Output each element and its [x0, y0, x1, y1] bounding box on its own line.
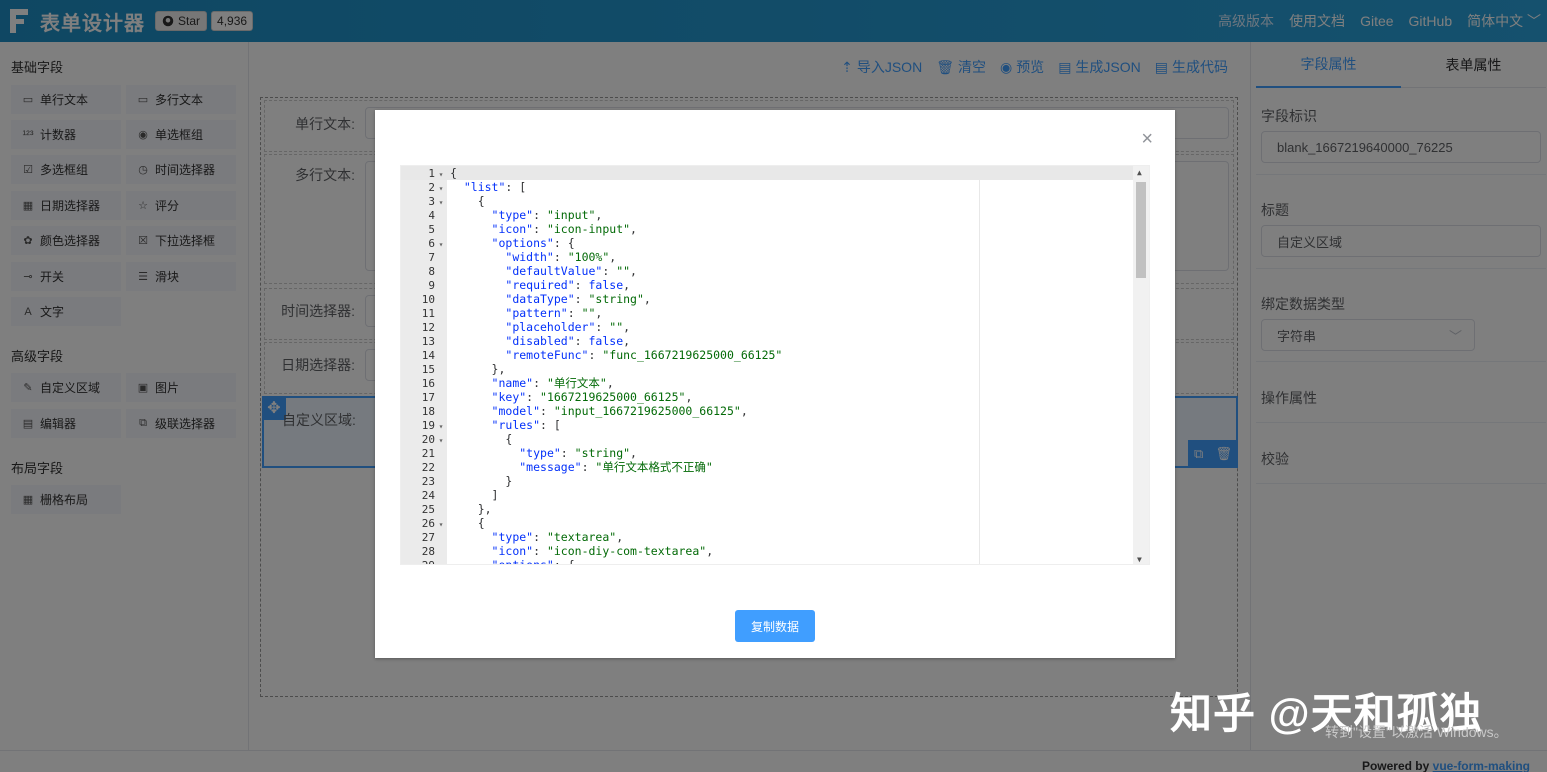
line-number: 9 — [428, 279, 435, 292]
line-number: 24 — [421, 489, 435, 502]
code-text: "icon": "icon-diy-com-textarea", — [491, 544, 714, 558]
line-number: 3 — [428, 195, 435, 208]
code-line: 16 "name": "单行文本", — [401, 376, 1149, 390]
line-number: 29 — [401, 559, 435, 564]
code-line: 12 "placeholder": "", — [401, 320, 1149, 334]
code-line: 21 "type": "string", — [401, 446, 1149, 460]
code-line: 4 "type": "input", — [401, 208, 1149, 222]
line-number: 4 — [428, 209, 435, 222]
code-text: "required": false, — [505, 278, 631, 292]
line-number: 20 — [421, 433, 435, 446]
code-text: "remoteFunc": "func_1667219625000_66125" — [505, 348, 783, 362]
line-number: 14 — [421, 349, 435, 362]
code-line: 20 ▾ { — [401, 432, 1149, 446]
code-line: 8 "defaultValue": "", — [401, 264, 1149, 278]
line-number: 15 — [421, 363, 435, 376]
line-number: 1 — [428, 167, 435, 180]
line-number: 26 — [421, 517, 435, 530]
editor-scrollbar[interactable]: ▲ ▼ — [1133, 166, 1149, 564]
line-number: 13 — [421, 335, 435, 348]
code-text: "type": "textarea", — [491, 530, 624, 544]
code-text: "model": "input_1667219625000_66125", — [491, 404, 748, 418]
line-number: 21 — [421, 447, 435, 460]
code-text: "name": "单行文本", — [491, 376, 614, 390]
line-number: 2 — [428, 181, 435, 194]
scroll-down-icon[interactable]: ▼ — [1137, 555, 1142, 564]
code-text: "message": "单行文本格式不正确" — [519, 460, 713, 474]
code-line: 24 ] — [401, 488, 1149, 502]
code-text: "pattern": "", — [505, 306, 603, 320]
code-text: "key": "1667219625000_66125", — [491, 390, 693, 404]
code-line: 2 ▾ "list": [ — [401, 180, 1149, 194]
code-line: 11 "pattern": "", — [401, 306, 1149, 320]
code-line: 28 "icon": "icon-diy-com-textarea", — [401, 544, 1149, 558]
line-number: 6 — [428, 237, 435, 250]
line-number: 19 — [421, 419, 435, 432]
code-line: 15 }, — [401, 362, 1149, 376]
code-text: "dataType": "string", — [505, 292, 651, 306]
code-text: "placeholder": "", — [505, 320, 631, 334]
code-text: "type": "string", — [519, 446, 637, 460]
scroll-thumb[interactable] — [1136, 182, 1146, 278]
code-line: 1 ▾{ — [401, 166, 1149, 180]
line-number: 10 — [421, 293, 435, 306]
code-line: 5 "icon": "icon-input", — [401, 222, 1149, 236]
code-text: ] — [450, 488, 499, 502]
code-line: 9 "required": false, — [401, 278, 1149, 292]
code-text: "rules": [ — [491, 418, 561, 432]
code-text: "defaultValue": "", — [505, 264, 637, 278]
code-text: }, — [450, 362, 506, 376]
code-line: 29▾ "options": { — [401, 558, 1149, 565]
code-text: { — [450, 166, 457, 180]
code-line: 22 "message": "单行文本格式不正确" — [401, 460, 1149, 474]
windows-activate-text: 转到"设置"以激活 Windows。 — [1325, 724, 1508, 740]
code-text: "disabled": false, — [505, 334, 631, 348]
code-line: 14 "remoteFunc": "func_1667219625000_661… — [401, 348, 1149, 362]
copy-data-button[interactable]: 复制数据 — [735, 610, 815, 642]
fold-arrow-icon[interactable]: ▾ — [435, 560, 447, 564]
line-number: 12 — [421, 321, 435, 334]
code-line: 13 "disabled": false, — [401, 334, 1149, 348]
json-dialog: × 1 ▾{2 ▾ "list": [3 ▾ {4 "type": "input", 5… — [375, 110, 1175, 658]
code-text: "icon": "icon-input", — [491, 222, 637, 236]
line-number: 11 — [421, 307, 435, 320]
code-text: "width": "100%", — [505, 250, 617, 264]
line-number: 16 — [421, 377, 435, 390]
code-line: 23 } — [401, 474, 1149, 488]
code-text: }, — [450, 502, 492, 516]
code-text: "type": "input", — [491, 208, 603, 222]
code-line: 27 "type": "textarea", — [401, 530, 1149, 544]
line-number: 18 — [421, 405, 435, 418]
line-number: 25 — [421, 503, 435, 516]
line-number: 5 — [428, 223, 435, 236]
code-text: "options": { — [491, 558, 575, 565]
code-line: 17 "key": "1667219625000_66125", — [401, 390, 1149, 404]
code-line: 19 ▾ "rules": [ — [401, 418, 1149, 432]
line-number: 23 — [421, 475, 435, 488]
code-text: "options": { — [491, 236, 575, 250]
code-line: 7 "width": "100%", — [401, 250, 1149, 264]
code-text: } — [450, 474, 513, 488]
code-text: { — [450, 194, 485, 208]
code-line: 3 ▾ { — [401, 194, 1149, 208]
code-line: 26 ▾ { — [401, 516, 1149, 530]
line-number: 27 — [421, 531, 435, 544]
code-text: "list": [ — [463, 180, 527, 194]
code-line: 6 ▾ "options": { — [401, 236, 1149, 250]
line-number: 7 — [428, 251, 435, 264]
code-text: { — [450, 432, 513, 446]
line-number: 8 — [428, 265, 435, 278]
close-icon[interactable]: × — [1141, 129, 1153, 149]
code-line: 25 }, — [401, 502, 1149, 516]
code-line: 10 "dataType": "string", — [401, 292, 1149, 306]
json-code-editor[interactable]: 1 ▾{2 ▾ "list": [3 ▾ {4 "type": "input", 5 "… — [400, 165, 1150, 565]
code-text: { — [450, 516, 485, 530]
line-number: 17 — [421, 391, 435, 404]
code-line: 18 "model": "input_1667219625000_66125", — [401, 404, 1149, 418]
line-number: 28 — [421, 545, 435, 558]
scroll-up-icon[interactable]: ▲ — [1137, 168, 1142, 177]
line-number: 22 — [421, 461, 435, 474]
